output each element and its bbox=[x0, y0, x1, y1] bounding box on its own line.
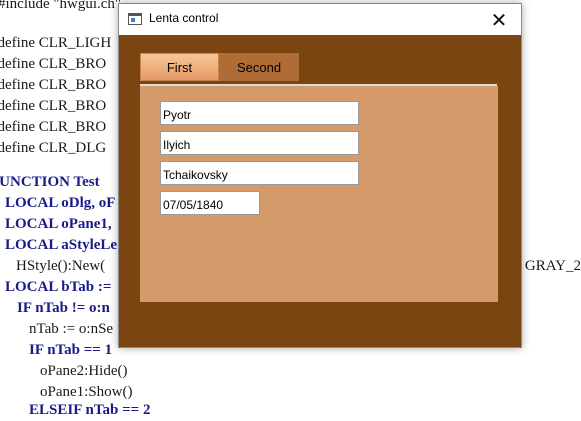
window-icon bbox=[128, 13, 142, 25]
tab-second[interactable]: Second bbox=[219, 53, 299, 81]
code-line-function: FUNCTION Test bbox=[0, 174, 100, 190]
code-line-assign: nTab := o:nSe bbox=[29, 321, 114, 337]
first-name-field[interactable] bbox=[160, 101, 359, 125]
code-line-if: IF nTab != o:n bbox=[17, 300, 110, 316]
code-line-local: LOCAL oPane1, bbox=[5, 216, 112, 232]
code-line-fragment: GRAY_2 bbox=[524, 258, 581, 274]
tab-label: Second bbox=[236, 59, 282, 75]
tab-panel-first bbox=[140, 86, 498, 302]
code-line-include: #include "hwgui.ch" bbox=[0, 0, 122, 12]
code-line-define: #define CLR_BRO bbox=[0, 119, 107, 135]
window-title: Lenta control bbox=[149, 11, 219, 25]
close-button[interactable]: ✕ bbox=[477, 4, 521, 35]
tab-first[interactable]: First bbox=[140, 53, 219, 81]
code-line-hide: oPane2:Hide() bbox=[40, 363, 128, 379]
code-line-local: LOCAL bTab := bbox=[5, 279, 112, 295]
middle-name-field[interactable] bbox=[160, 131, 359, 155]
tab-label: First bbox=[166, 59, 193, 75]
close-icon: ✕ bbox=[490, 7, 508, 32]
code-line-define: #define CLR_LIGH bbox=[0, 35, 112, 51]
last-name-field[interactable] bbox=[160, 161, 359, 185]
code-line-elseif: ELSEIF nTab == 2 bbox=[29, 402, 151, 418]
code-line-define: #define CLR_DLG bbox=[0, 140, 107, 156]
code-line-hstyle: HStyle():New( bbox=[16, 258, 106, 274]
code-line-if: IF nTab == 1 bbox=[29, 342, 113, 358]
date-field[interactable] bbox=[160, 191, 260, 215]
code-line-define: #define CLR_BRO bbox=[0, 77, 107, 93]
code-line-local: LOCAL oDlg, oF bbox=[5, 195, 116, 211]
code-line-local: LOCAL aStyleLe bbox=[5, 237, 118, 253]
code-line-define: #define CLR_BRO bbox=[0, 98, 107, 114]
code-line-define: #define CLR_BRO bbox=[0, 56, 107, 72]
title-bar[interactable]: Lenta control ✕ bbox=[119, 4, 521, 35]
lenta-control-window: Lenta control ✕ First Second bbox=[118, 3, 522, 348]
